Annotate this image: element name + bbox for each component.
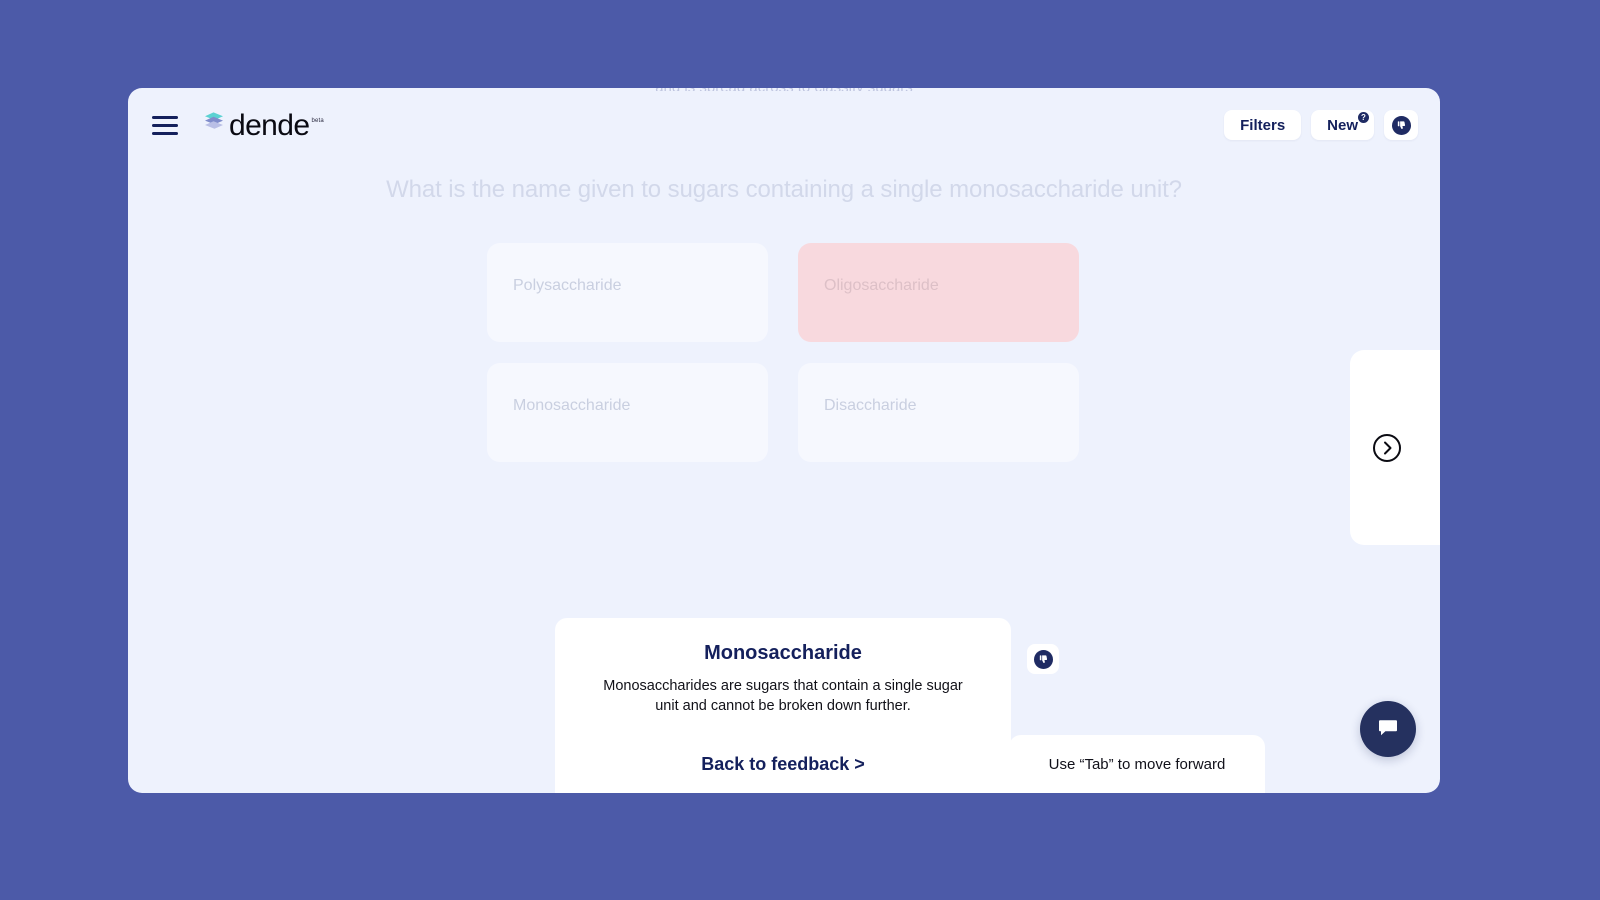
hamburger-menu-icon[interactable] — [152, 110, 182, 140]
top-bar: dende beta Filters New ? — [128, 88, 1440, 162]
explanation-title: Monosaccharide — [704, 642, 862, 664]
new-help-badge: ? — [1358, 112, 1369, 123]
tab-hint-text: Use “Tab” to move forward — [1048, 755, 1226, 773]
answer-option-label: Polysaccharide — [513, 277, 622, 294]
app-window: and is spread across to classify sugars … — [128, 88, 1440, 793]
answer-options-grid: Polysaccharide Oligosaccharide Monosacch… — [487, 243, 1079, 462]
thumbs-down-icon — [1033, 649, 1053, 669]
new-label: New — [1327, 116, 1358, 134]
answer-option-label: Disaccharide — [824, 397, 917, 414]
menu-line — [152, 123, 178, 127]
menu-line — [152, 115, 178, 119]
tab-hint-tooltip: Use “Tab” to move forward — [1009, 735, 1265, 793]
new-button[interactable]: New ? — [1311, 110, 1374, 140]
filters-button[interactable]: Filters — [1224, 110, 1302, 140]
chat-bubble-icon — [1376, 715, 1400, 744]
answer-option-polysaccharide[interactable]: Polysaccharide — [487, 243, 768, 342]
chevron-right-circle-icon[interactable] — [1372, 433, 1402, 463]
chat-button[interactable] — [1360, 701, 1416, 757]
top-bar-actions: Filters New ? — [1224, 110, 1418, 140]
brand-logo[interactable]: dende beta — [202, 109, 324, 141]
explanation-popup: Monosaccharide Monosaccharides are sugar… — [555, 618, 1011, 793]
answer-option-oligosaccharide[interactable]: Oligosaccharide — [798, 243, 1079, 342]
back-to-feedback-link[interactable]: Back to feedback > — [555, 754, 1011, 775]
answer-option-monosaccharide[interactable]: Monosaccharide — [487, 363, 768, 462]
question-text: What is the name given to sugars contain… — [386, 176, 1182, 203]
menu-line — [152, 131, 178, 135]
answer-option-disaccharide[interactable]: Disaccharide — [798, 363, 1079, 462]
brand-superscript: beta — [311, 118, 324, 124]
next-question-panel[interactable] — [1350, 350, 1440, 545]
brand-name: dende — [229, 109, 310, 142]
answer-option-label: Monosaccharide — [513, 397, 631, 414]
thumbs-down-icon — [1391, 115, 1411, 135]
explanation-body: Monosaccharides are sugars that contain … — [603, 678, 963, 714]
filters-label: Filters — [1240, 116, 1286, 134]
feedback-button-top[interactable] — [1384, 110, 1418, 140]
explanation-feedback-button[interactable] — [1027, 644, 1059, 674]
answer-option-label: Oligosaccharide — [824, 277, 939, 294]
dende-stack-icon — [202, 109, 226, 138]
